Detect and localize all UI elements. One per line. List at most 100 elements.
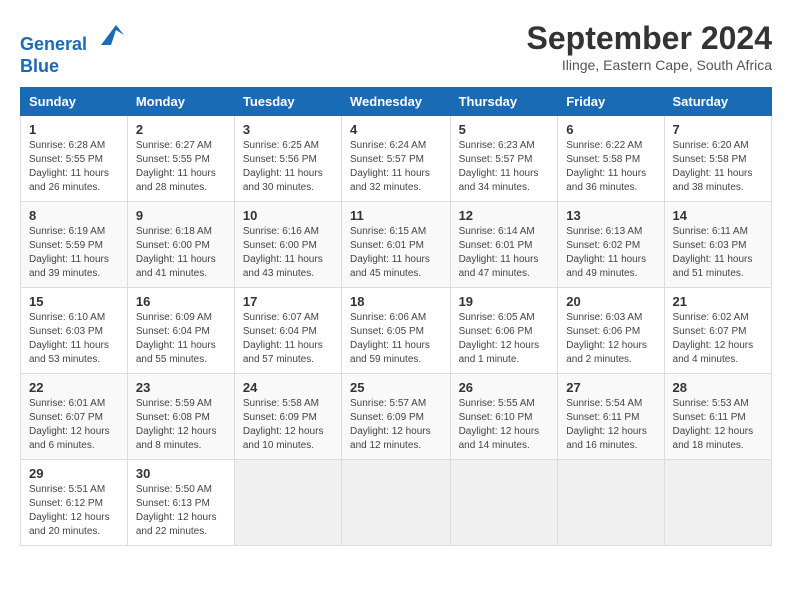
calendar-cell: 21 Sunrise: 6:02 AMSunset: 6:07 PMDayligh… (664, 288, 771, 374)
day-info: Sunrise: 6:05 AMSunset: 6:06 PMDaylight:… (459, 311, 550, 367)
day-info: Sunrise: 6:19 AMSunset: 5:59 PMDaylight:… (29, 225, 119, 281)
title-area: September 2024 Ilinge, Eastern Cape, Sou… (527, 20, 772, 73)
day-number: 25 (350, 380, 442, 395)
header-day-thursday: Thursday (450, 88, 558, 116)
calendar-cell: 13 Sunrise: 6:13 AMSunset: 6:02 PMDayligh… (558, 202, 664, 288)
day-info: Sunrise: 6:14 AMSunset: 6:01 PMDaylight:… (459, 225, 550, 281)
day-number: 19 (459, 294, 550, 309)
day-number: 22 (29, 380, 119, 395)
calendar-cell: 7 Sunrise: 6:20 AMSunset: 5:58 PMDaylight… (664, 116, 771, 202)
day-info: Sunrise: 6:01 AMSunset: 6:07 PMDaylight:… (29, 397, 119, 453)
calendar-cell: 9 Sunrise: 6:18 AMSunset: 6:00 PMDaylight… (127, 202, 234, 288)
calendar-cell: 16 Sunrise: 6:09 AMSunset: 6:04 PMDayligh… (127, 288, 234, 374)
day-number: 2 (136, 122, 226, 137)
calendar-cell: 15 Sunrise: 6:10 AMSunset: 6:03 PMDayligh… (21, 288, 128, 374)
day-number: 28 (673, 380, 763, 395)
day-number: 5 (459, 122, 550, 137)
day-info: Sunrise: 5:58 AMSunset: 6:09 PMDaylight:… (243, 397, 333, 453)
day-number: 7 (673, 122, 763, 137)
logo-icon (96, 20, 126, 50)
day-number: 21 (673, 294, 763, 309)
calendar-cell: 25Sunrise: 5:57 AMSunset: 6:09 PMDayligh… (342, 374, 451, 460)
day-number: 18 (350, 294, 442, 309)
day-number: 11 (350, 208, 442, 223)
calendar-cell: 28 Sunrise: 5:53 AMSunset: 6:11 PMDayligh… (664, 374, 771, 460)
calendar-cell: 14 Sunrise: 6:11 AMSunset: 6:03 PMDayligh… (664, 202, 771, 288)
calendar-cell: 4Sunrise: 6:24 AMSunset: 5:57 PMDaylight… (342, 116, 451, 202)
header-day-friday: Friday (558, 88, 664, 116)
calendar-cell: 5 Sunrise: 6:23 AMSunset: 5:57 PMDaylight… (450, 116, 558, 202)
day-number: 17 (243, 294, 333, 309)
day-number: 27 (566, 380, 655, 395)
calendar-cell: 6Sunrise: 6:22 AMSunset: 5:58 PMDaylight… (558, 116, 664, 202)
logo: General Blue (20, 20, 126, 77)
day-info: Sunrise: 6:23 AMSunset: 5:57 PMDaylight:… (459, 139, 550, 195)
header-day-sunday: Sunday (21, 88, 128, 116)
header-day-saturday: Saturday (664, 88, 771, 116)
day-info: Sunrise: 6:15 AMSunset: 6:01 PMDaylight:… (350, 225, 442, 281)
calendar-cell: 12 Sunrise: 6:14 AMSunset: 6:01 PMDayligh… (450, 202, 558, 288)
day-number: 8 (29, 208, 119, 223)
calendar-cell: 29Sunrise: 5:51 AMSunset: 6:12 PMDayligh… (21, 460, 128, 546)
day-number: 16 (136, 294, 226, 309)
calendar-header-row: SundayMondayTuesdayWednesdayThursdayFrid… (21, 88, 772, 116)
day-info: Sunrise: 6:13 AMSunset: 6:02 PMDaylight:… (566, 225, 655, 281)
calendar-cell: 10Sunrise: 6:16 AMSunset: 6:00 PMDayligh… (234, 202, 341, 288)
day-info: Sunrise: 6:28 AMSunset: 5:55 PMDaylight:… (29, 139, 119, 195)
logo-blue: Blue (20, 56, 59, 76)
day-number: 4 (350, 122, 442, 137)
calendar-cell: 3 Sunrise: 6:25 AMSunset: 5:56 PMDaylight… (234, 116, 341, 202)
calendar-cell (234, 460, 341, 546)
calendar-cell: 1 Sunrise: 6:28 AMSunset: 5:55 PMDaylight… (21, 116, 128, 202)
day-number: 14 (673, 208, 763, 223)
week-row-2: 8 Sunrise: 6:19 AMSunset: 5:59 PMDaylight… (21, 202, 772, 288)
day-number: 30 (136, 466, 226, 481)
calendar-cell: 26 Sunrise: 5:55 AMSunset: 6:10 PMDayligh… (450, 374, 558, 460)
day-number: 15 (29, 294, 119, 309)
header-day-monday: Monday (127, 88, 234, 116)
calendar-cell: 24 Sunrise: 5:58 AMSunset: 6:09 PMDayligh… (234, 374, 341, 460)
day-info: Sunrise: 6:27 AMSunset: 5:55 PMDaylight:… (136, 139, 226, 195)
day-info: Sunrise: 6:11 AMSunset: 6:03 PMDaylight:… (673, 225, 763, 281)
calendar-cell: 30 Sunrise: 5:50 AMSunset: 6:13 PMDayligh… (127, 460, 234, 546)
calendar-cell: 23Sunrise: 5:59 AMSunset: 6:08 PMDayligh… (127, 374, 234, 460)
day-number: 26 (459, 380, 550, 395)
header-day-tuesday: Tuesday (234, 88, 341, 116)
day-info: Sunrise: 6:22 AMSunset: 5:58 PMDaylight:… (566, 139, 655, 195)
day-info: Sunrise: 6:02 AMSunset: 6:07 PMDaylight:… (673, 311, 763, 367)
day-info: Sunrise: 6:25 AMSunset: 5:56 PMDaylight:… (243, 139, 333, 195)
calendar-title: September 2024 (527, 20, 772, 57)
day-number: 24 (243, 380, 333, 395)
logo-general: General (20, 34, 87, 54)
calendar-subtitle: Ilinge, Eastern Cape, South Africa (527, 57, 772, 73)
day-number: 13 (566, 208, 655, 223)
day-number: 23 (136, 380, 226, 395)
day-number: 12 (459, 208, 550, 223)
day-number: 9 (136, 208, 226, 223)
day-number: 1 (29, 122, 119, 137)
calendar-cell (342, 460, 451, 546)
day-info: Sunrise: 6:10 AMSunset: 6:03 PMDaylight:… (29, 311, 119, 367)
day-info: Sunrise: 5:50 AMSunset: 6:13 PMDaylight:… (136, 483, 226, 539)
calendar-cell (558, 460, 664, 546)
day-info: Sunrise: 6:03 AMSunset: 6:06 PMDaylight:… (566, 311, 655, 367)
calendar-cell: 19 Sunrise: 6:05 AMSunset: 6:06 PMDayligh… (450, 288, 558, 374)
day-info: Sunrise: 5:51 AMSunset: 6:12 PMDaylight:… (29, 483, 119, 539)
day-info: Sunrise: 6:09 AMSunset: 6:04 PMDaylight:… (136, 311, 226, 367)
calendar-cell: 11 Sunrise: 6:15 AMSunset: 6:01 PMDayligh… (342, 202, 451, 288)
calendar-cell: 2 Sunrise: 6:27 AMSunset: 5:55 PMDaylight… (127, 116, 234, 202)
day-info: Sunrise: 6:06 AMSunset: 6:05 PMDaylight:… (350, 311, 442, 367)
calendar-table: SundayMondayTuesdayWednesdayThursdayFrid… (20, 87, 772, 546)
day-number: 20 (566, 294, 655, 309)
header-day-wednesday: Wednesday (342, 88, 451, 116)
day-info: Sunrise: 6:07 AMSunset: 6:04 PMDaylight:… (243, 311, 333, 367)
day-info: Sunrise: 6:18 AMSunset: 6:00 PMDaylight:… (136, 225, 226, 281)
day-info: Sunrise: 5:53 AMSunset: 6:11 PMDaylight:… (673, 397, 763, 453)
day-info: Sunrise: 6:20 AMSunset: 5:58 PMDaylight:… (673, 139, 763, 195)
day-info: Sunrise: 5:55 AMSunset: 6:10 PMDaylight:… (459, 397, 550, 453)
week-row-3: 15 Sunrise: 6:10 AMSunset: 6:03 PMDayligh… (21, 288, 772, 374)
calendar-cell: 8 Sunrise: 6:19 AMSunset: 5:59 PMDaylight… (21, 202, 128, 288)
week-row-1: 1 Sunrise: 6:28 AMSunset: 5:55 PMDaylight… (21, 116, 772, 202)
header: General Blue September 2024 Ilinge, East… (20, 20, 772, 77)
day-number: 3 (243, 122, 333, 137)
